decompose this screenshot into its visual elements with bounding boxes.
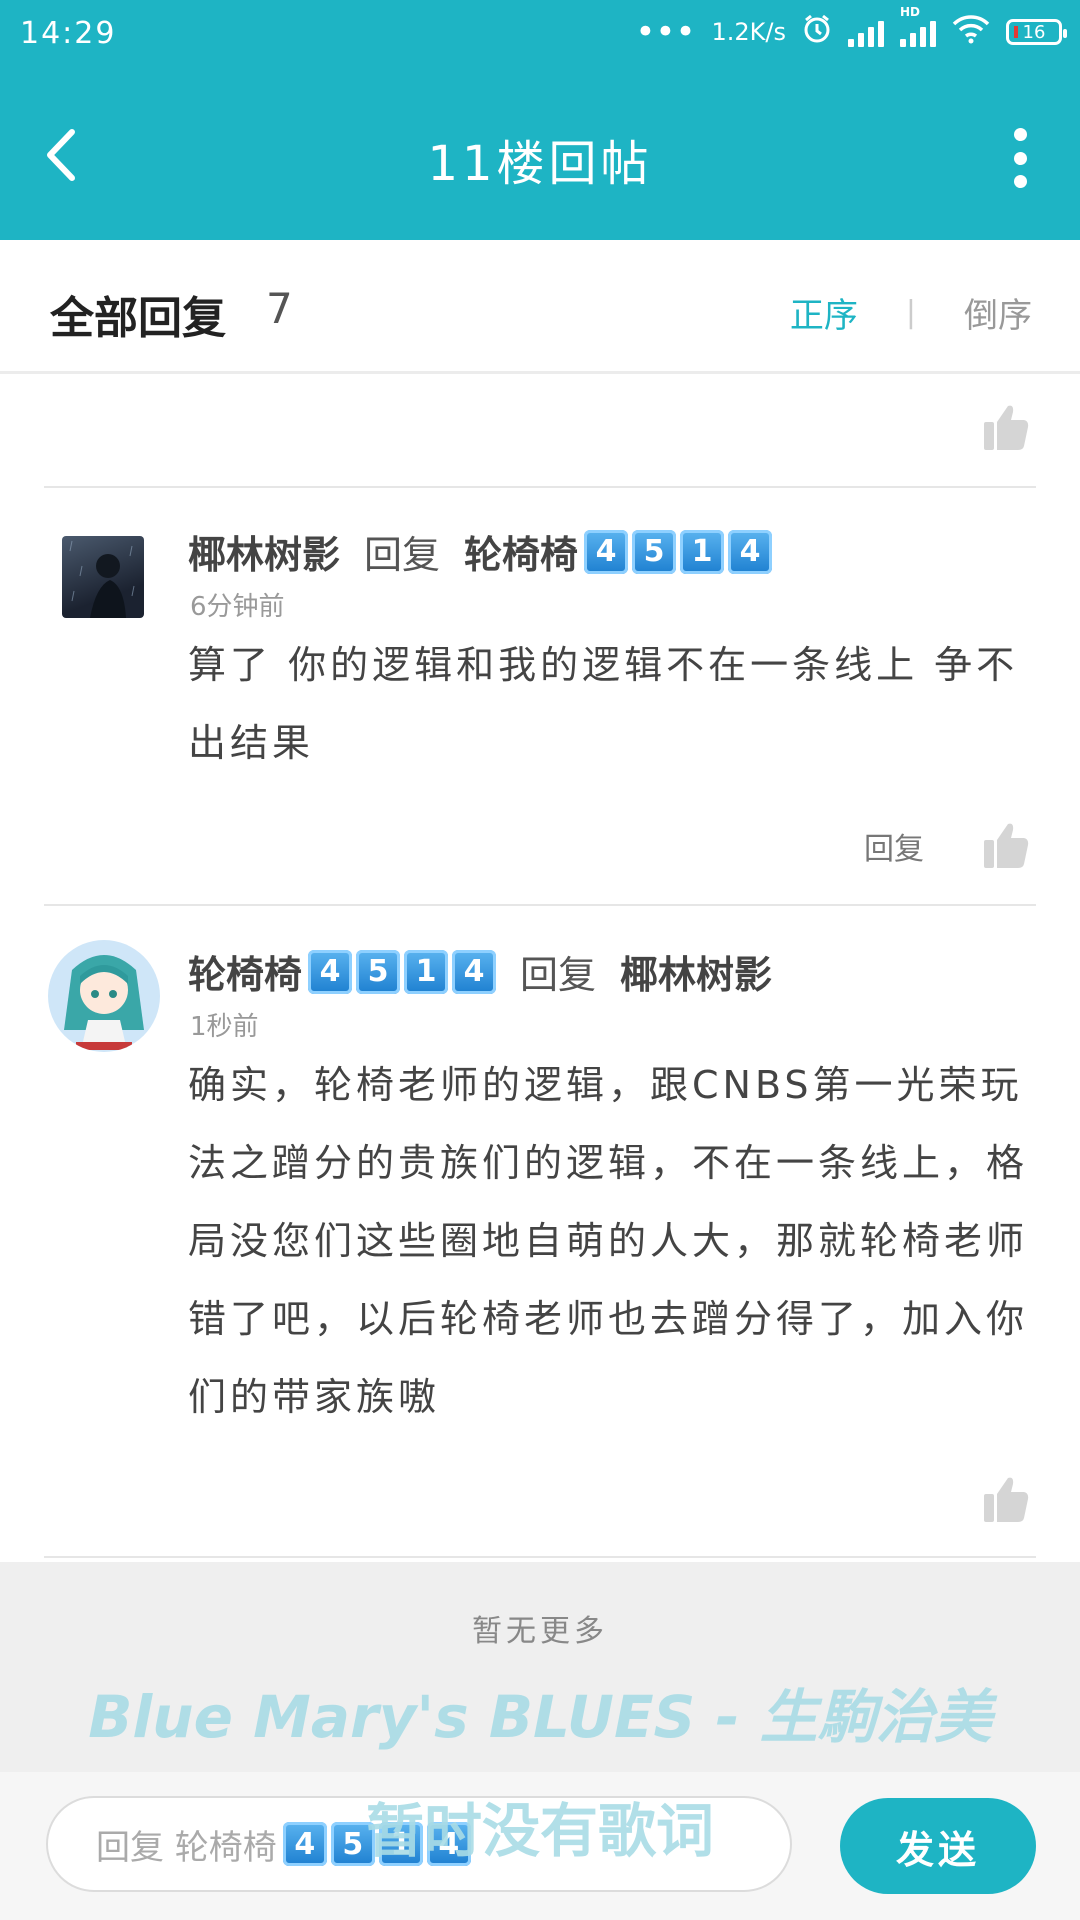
- avatar[interactable]: [62, 536, 144, 618]
- sort-separator: |: [905, 295, 916, 330]
- keycap-digit: 4: [728, 529, 773, 574]
- send-button[interactable]: 发送: [840, 1798, 1036, 1894]
- reply-input-placeholder: 回复 轮椅椅: [96, 1827, 277, 1868]
- keycap-digit: 1: [680, 529, 725, 574]
- reply-divider: [44, 904, 1036, 906]
- reply-author[interactable]: 椰林树影: [188, 524, 340, 579]
- avatar-image: [64, 955, 144, 1050]
- reply-divider: [44, 1556, 1036, 1558]
- thumbs-up-icon[interactable]: [982, 1474, 1030, 1524]
- reply-text: 确实，轮椅老师的逻辑，跟CNBS第一光荣玩法之蹭分的贵族们的逻辑，不在一条线上，…: [188, 1063, 1029, 1419]
- reply-name-line: 椰林树影 回复 轮椅椅 4 5 1 4: [188, 524, 773, 579]
- reply-divider: [44, 486, 1036, 488]
- user-badge: 4 5 1 4: [282, 1822, 471, 1866]
- chevron-left-icon: [47, 129, 75, 181]
- lyrics-overlay-title: Blue Mary's BLUES - 生駒治美: [88, 1683, 992, 1751]
- list-footer: 暂无更多 Blue Mary's BLUES - 生駒治美: [0, 1562, 1080, 1772]
- keycap-digit: 5: [330, 1822, 375, 1866]
- keycap-digit: 5: [356, 949, 401, 994]
- app-header: 14:29 ••• 1.2K/s HD 16 11楼回帖: [0, 0, 1080, 240]
- more-options-button[interactable]: [1008, 128, 1032, 188]
- reply-verb: 回复: [364, 533, 441, 577]
- reply-input[interactable]: 回复 轮椅椅 4 5 1 4: [46, 1796, 792, 1892]
- reply-author[interactable]: 轮椅椅: [188, 944, 302, 999]
- user-badge: 4 5 1 4: [584, 529, 773, 574]
- reply-target[interactable]: 轮椅椅: [464, 524, 578, 579]
- no-more-text: 暂无更多: [472, 1614, 608, 1649]
- avatar[interactable]: [48, 940, 160, 1052]
- reply-time: 6分钟前: [190, 592, 285, 622]
- avatar-image: [69, 540, 135, 618]
- status-icons: ••• 1.2K/s HD 16: [635, 5, 1067, 52]
- reply-button[interactable]: 回复: [864, 824, 924, 868]
- sort-toggle: 正序 | 倒序: [790, 288, 1032, 337]
- keycap-digit: 4: [282, 1822, 327, 1866]
- wifi-icon: [952, 14, 990, 50]
- hd-label: HD: [900, 5, 921, 19]
- keycap-digit: 4: [452, 949, 497, 994]
- hd-signal-icon: HD: [900, 5, 936, 47]
- reply-composer: 回复 轮椅椅 4 5 1 4 发送: [0, 1772, 1080, 1920]
- all-replies-label: 全部回复: [50, 293, 226, 344]
- keycap-digit: 4: [584, 529, 629, 574]
- sort-descending-button[interactable]: 倒序: [964, 288, 1032, 337]
- keycap-digit: 1: [404, 949, 449, 994]
- thumbs-up-icon[interactable]: [982, 402, 1030, 452]
- status-time: 14:29: [20, 16, 117, 51]
- reply-name-line: 轮椅椅 4 5 1 4 回复 椰林树影: [188, 944, 772, 999]
- reply-time: 1秒前: [190, 1012, 259, 1042]
- alarm-icon: [802, 14, 832, 50]
- thumbs-up-icon[interactable]: [982, 820, 1030, 870]
- keycap-digit: 1: [378, 1822, 423, 1866]
- reply-verb: 回复: [520, 953, 597, 997]
- keycap-digit: 4: [308, 949, 353, 994]
- network-speed: 1.2K/s: [711, 18, 787, 46]
- notification-dots-icon: •••: [635, 12, 696, 52]
- page-title: 11楼回帖: [427, 136, 653, 192]
- replies-count: 7: [266, 284, 293, 333]
- battery-level: 16: [1022, 21, 1046, 43]
- reply-text: 算了 你的逻辑和我的逻辑不在一条线上 争不出结果: [188, 643, 1019, 765]
- signal-icon: [848, 17, 884, 47]
- replies-header: 全部回复 7 正序 | 倒序: [0, 240, 1080, 374]
- more-vertical-icon: [1013, 128, 1027, 141]
- status-bar: 14:29 ••• 1.2K/s HD 16: [0, 0, 1080, 70]
- user-badge: 4 5 1 4: [308, 949, 497, 994]
- keycap-digit: 5: [632, 529, 677, 574]
- back-button[interactable]: [40, 120, 84, 190]
- battery-icon: 16: [1006, 19, 1067, 45]
- reply-target[interactable]: 椰林树影: [620, 944, 772, 999]
- keycap-digit: 4: [426, 1822, 471, 1866]
- sort-ascending-button[interactable]: 正序: [790, 288, 858, 337]
